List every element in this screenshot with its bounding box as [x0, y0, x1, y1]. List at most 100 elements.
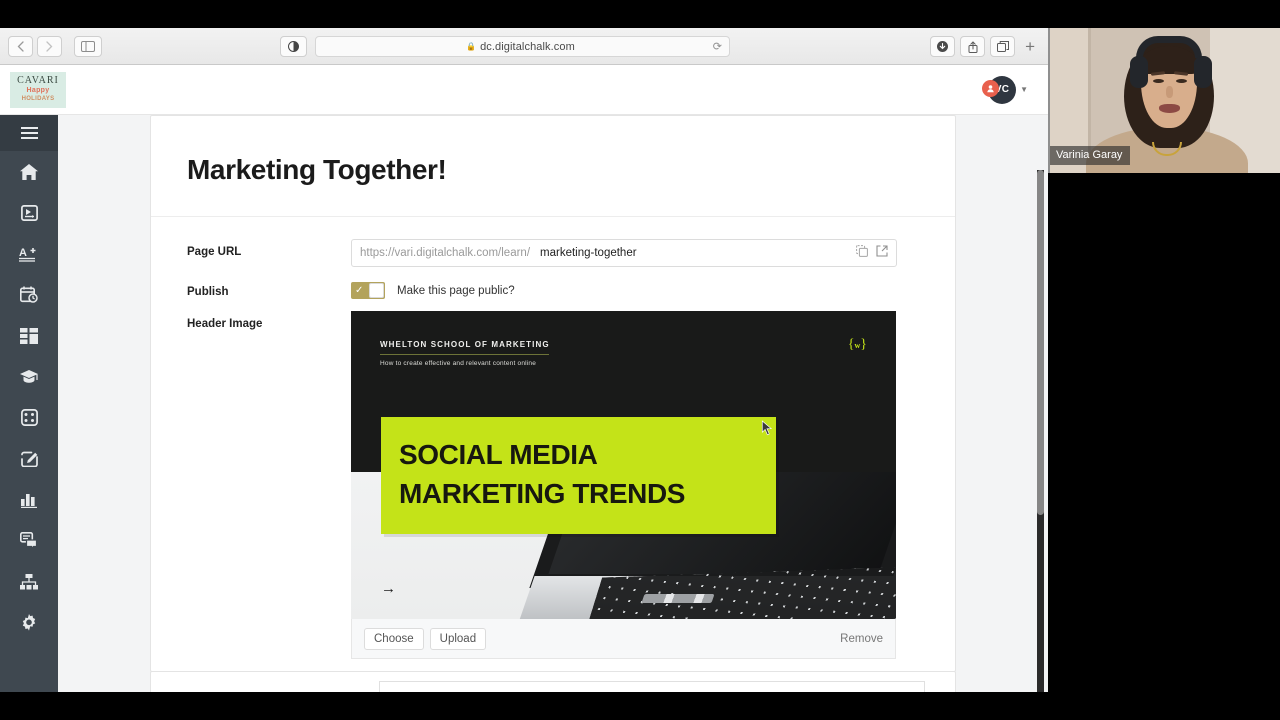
layout-grid-icon — [20, 327, 38, 344]
sidebar-item-reports[interactable] — [0, 479, 58, 520]
sidebar-toggle-button[interactable] — [74, 35, 102, 57]
publish-toggle[interactable]: ✓ — [351, 282, 385, 299]
headphones-cup-left — [1130, 56, 1148, 88]
headphones-cup-right — [1194, 56, 1212, 88]
header-image-label: Header Image — [187, 318, 263, 330]
new-tab-button[interactable]: + — [1020, 37, 1040, 57]
chevron-down-icon[interactable]: ▼ — [1020, 85, 1028, 94]
tab-overview-button[interactable] — [990, 36, 1016, 57]
person-nose — [1166, 86, 1173, 98]
sidebar-item-schedule[interactable] — [0, 274, 58, 315]
hero-rule — [380, 354, 549, 355]
form-row-publish: Publish ✓ Make this page public? — [151, 279, 955, 311]
avatar[interactable]: VC — [982, 75, 1017, 104]
mortarboard-icon — [20, 369, 38, 385]
user-alert-icon — [982, 79, 1000, 97]
app-header: CAVARI Happy HOLIDAYS VC ▼ — [0, 65, 1048, 115]
download-button[interactable] — [930, 36, 956, 57]
sidebar-item-games[interactable] — [0, 397, 58, 438]
a-plus-grade-icon: A — [19, 246, 39, 262]
chat-bubble-icon — [20, 532, 38, 549]
site-logo[interactable]: CAVARI Happy HOLIDAYS — [10, 71, 66, 108]
gear-icon — [20, 613, 38, 632]
screen-root: 🔒 dc.digitalchalk.com ⟳ + CAVARI Happy H… — [0, 0, 1280, 720]
header-image-preview[interactable]: WHELTON SCHOOL OF MARKETING How to creat… — [351, 311, 896, 619]
external-link-icon[interactable] — [876, 244, 888, 262]
app-body: A Marketing Together! Page URL https://v… — [0, 115, 1048, 692]
dice-puzzle-icon — [20, 409, 38, 426]
page-url-label: Page URL — [187, 246, 242, 258]
hero-kicker: WHELTON SCHOOL OF MARKETING — [380, 340, 550, 349]
logo-brand-text: CAVARI — [17, 75, 59, 86]
page-form: Page URL https://vari.digitalchalk.com/l… — [151, 217, 955, 671]
header-user-area: VC ▼ — [982, 75, 1028, 104]
hero-banner-line1: SOCIAL MEDIA — [399, 439, 598, 470]
address-bar-url: dc.digitalchalk.com — [480, 40, 575, 53]
sidebar-item-org[interactable] — [0, 561, 58, 602]
webcam-overlay: Varinia Garay — [1048, 28, 1280, 173]
mouse-cursor — [761, 420, 773, 436]
page-title: Marketing Together! — [151, 116, 955, 217]
svg-text:A: A — [19, 247, 27, 259]
page-url-actions — [856, 244, 888, 262]
next-section-card — [150, 671, 956, 692]
page-url-prefix: https://vari.digitalchalk.com/learn/ — [360, 247, 531, 259]
browser-window: 🔒 dc.digitalchalk.com ⟳ + CAVARI Happy H… — [0, 28, 1048, 692]
upload-button[interactable]: Upload — [429, 627, 487, 650]
page-url-slug-value[interactable]: marketing-together — [540, 247, 637, 259]
hero-logo-mark: {w} — [847, 337, 867, 352]
sidebar-item-settings[interactable] — [0, 602, 58, 643]
sidebar-item-authoring[interactable] — [0, 438, 58, 479]
sidebar-item-courses[interactable] — [0, 192, 58, 233]
copy-icon[interactable] — [856, 244, 868, 262]
person-mouth — [1159, 104, 1180, 113]
bar-chart-icon — [20, 492, 38, 508]
hero-subtitle: How to create effective and relevant con… — [380, 360, 537, 367]
address-bar[interactable]: 🔒 dc.digitalchalk.com ⟳ — [315, 36, 730, 57]
sitemap-icon — [20, 573, 38, 590]
header-image-actions: Choose Upload Remove — [351, 619, 896, 659]
hero-banner: SOCIAL MEDIA MARKETING TRENDS — [381, 417, 776, 534]
toggle-knob — [369, 283, 384, 298]
sidebar: A — [0, 115, 58, 692]
browser-toolbar: 🔒 dc.digitalchalk.com ⟳ + — [0, 28, 1048, 65]
person-eye-right — [1176, 79, 1187, 83]
sidebar-item-messages[interactable] — [0, 520, 58, 561]
sidebar-item-home[interactable] — [0, 151, 58, 192]
forward-button[interactable] — [37, 35, 62, 57]
sidebar-item-grades[interactable]: A — [0, 233, 58, 274]
page-scrollbar[interactable] — [1037, 170, 1044, 692]
home-icon — [20, 163, 38, 180]
toolbar-right-buttons: + — [930, 36, 1040, 57]
publish-toggle-wrap: ✓ Make this page public? — [351, 279, 515, 299]
sidebar-item-catalog[interactable] — [0, 315, 58, 356]
form-row-page-url: Page URL https://vari.digitalchalk.com/l… — [151, 239, 955, 279]
hamburger-menu-icon[interactable] — [0, 115, 58, 151]
edit-pencil-icon — [20, 450, 38, 467]
back-button[interactable] — [8, 35, 33, 57]
logo-tagline: Happy — [26, 87, 50, 94]
choose-button[interactable]: Choose — [364, 627, 424, 650]
page-editor-card: Marketing Together! Page URL https://var… — [150, 115, 956, 672]
publish-description: Make this page public? — [397, 284, 515, 297]
publish-label: Publish — [187, 286, 229, 298]
person-eye-left — [1153, 79, 1164, 83]
participant-name-label: Varinia Garay — [1048, 146, 1131, 165]
laptop-ports — [641, 594, 715, 603]
page-url-input[interactable]: https://vari.digitalchalk.com/learn/ mar… — [351, 239, 897, 267]
address-bar-group: 🔒 dc.digitalchalk.com ⟳ — [280, 36, 730, 57]
sidebar-item-learning[interactable] — [0, 356, 58, 397]
navigation-buttons — [8, 35, 102, 57]
share-button[interactable] — [960, 36, 986, 57]
reader-view-button[interactable] — [280, 36, 307, 57]
page-scrollbar-thumb[interactable] — [1037, 170, 1044, 515]
next-section-field[interactable] — [379, 681, 925, 692]
remove-link[interactable]: Remove — [840, 633, 883, 645]
headphones-band — [1136, 36, 1202, 58]
check-icon: ✓ — [355, 284, 364, 296]
hero-banner-line2: MARKETING TRENDS — [399, 478, 686, 509]
logo-tagline-secondary: HOLIDAYS — [21, 96, 55, 102]
content-area: Marketing Together! Page URL https://var… — [58, 115, 1048, 692]
lock-icon: 🔒 — [466, 42, 477, 51]
reload-icon[interactable]: ⟳ — [713, 40, 722, 53]
